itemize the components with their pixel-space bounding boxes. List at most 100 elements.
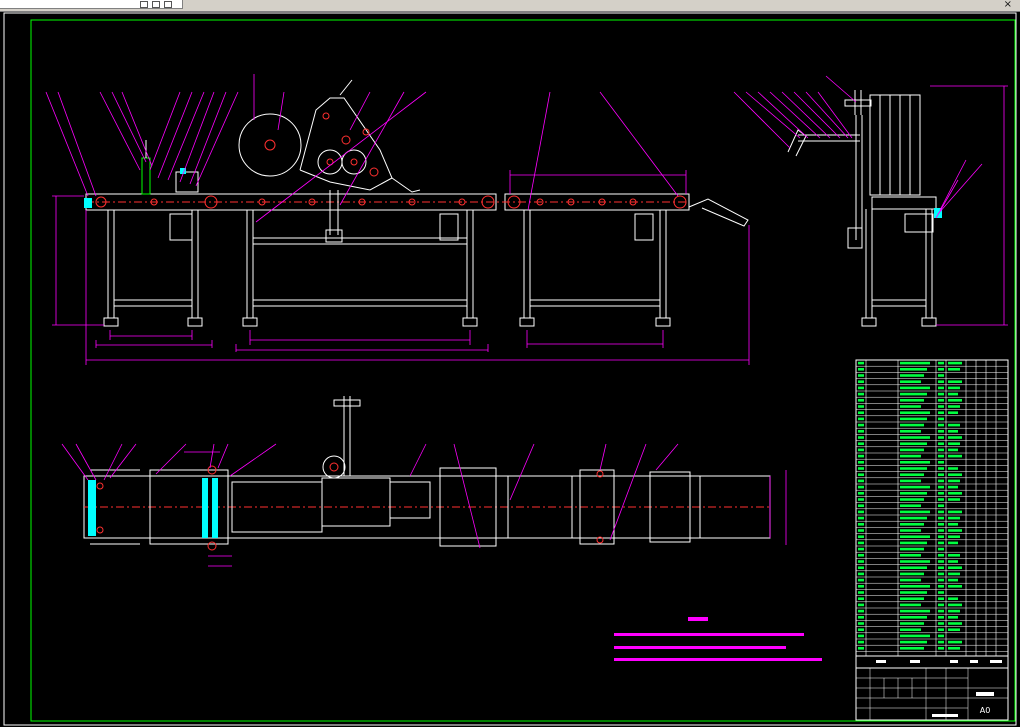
table-cell-text <box>858 585 864 588</box>
table-cell-text <box>938 423 944 427</box>
table-cell-text <box>900 361 930 365</box>
table-cell-text <box>948 603 962 607</box>
table-cell-text <box>858 454 864 458</box>
table-cell-text <box>938 510 944 514</box>
table-cell-text <box>938 368 944 371</box>
table-cell-text <box>900 374 924 377</box>
table-cell-text <box>900 492 927 495</box>
table-cell-text <box>900 436 930 439</box>
table-cell-text <box>948 647 960 650</box>
table-cell-text <box>858 634 864 638</box>
table-cell-text <box>858 603 864 607</box>
table-cell-text <box>900 417 927 421</box>
table-cell-text <box>938 399 944 402</box>
table-cell-text <box>938 585 944 588</box>
table-cell-text <box>900 461 930 464</box>
table-cell-text <box>858 405 864 408</box>
table-cell-text <box>948 436 962 439</box>
table-cell-text <box>858 560 864 563</box>
table-cell-text <box>938 578 944 582</box>
table-cell-text <box>858 430 864 433</box>
table-cell-text <box>858 492 864 495</box>
table-cell-text <box>900 597 924 600</box>
table-cell-text <box>900 485 930 489</box>
table-cell-text <box>858 479 864 483</box>
table-cell-text <box>900 454 921 458</box>
table-cell-text <box>900 411 930 414</box>
table-cell-text <box>900 467 927 470</box>
table-cell-text <box>948 510 962 514</box>
table-cell-text <box>938 386 944 390</box>
parts-list-table <box>855 359 1009 669</box>
table-cell-text <box>858 498 864 501</box>
table-cell-text <box>900 578 921 582</box>
table-cell-text <box>858 423 864 427</box>
table-cell-text <box>900 572 924 576</box>
table-cell-text <box>938 485 944 489</box>
plan-view <box>61 396 787 567</box>
table-cell-text <box>900 634 930 638</box>
table-cell-text <box>948 430 958 433</box>
table-cell-text <box>948 609 960 613</box>
table-cell-text <box>900 554 921 557</box>
table-cell-text <box>948 529 962 532</box>
table-cell-text <box>900 423 924 427</box>
table-cell-text <box>948 399 962 402</box>
table-cell-text <box>900 392 927 396</box>
table-cell-text <box>900 529 921 532</box>
table-cell-text <box>948 616 958 619</box>
table-cell-text <box>938 622 944 625</box>
table-cell-text <box>858 566 864 569</box>
table-cell-text <box>900 609 930 613</box>
front-elevation-view <box>45 74 750 365</box>
table-cell-text <box>938 560 944 563</box>
table-cell-text <box>900 560 930 563</box>
table-cell-text <box>900 380 921 383</box>
table-cell-text <box>938 504 944 507</box>
table-cell-text <box>938 566 944 569</box>
table-cell-text <box>858 467 864 470</box>
table-cell-text <box>938 591 944 594</box>
table-cell-text <box>938 380 944 383</box>
table-cell-text <box>938 516 944 520</box>
table-cell-text <box>948 411 958 414</box>
table-cell-text <box>948 597 958 600</box>
table-cell-text <box>900 479 921 483</box>
table-cell-text <box>900 647 924 650</box>
side-elevation-view <box>733 75 1008 327</box>
cad-drawing-canvas[interactable]: A0 <box>0 0 1020 727</box>
table-cell-text <box>938 523 944 526</box>
table-cell-text <box>858 504 864 507</box>
table-cell-text <box>938 547 944 551</box>
table-cell-text <box>900 591 927 594</box>
table-cell-text <box>938 461 944 464</box>
table-cell-text <box>948 492 962 495</box>
table-cell-text <box>900 523 924 526</box>
table-cell-text <box>858 417 864 421</box>
table-cell-text <box>900 566 927 569</box>
table-cell-text <box>900 535 930 538</box>
table-cell-text <box>948 380 962 383</box>
table-cell-text <box>948 392 958 396</box>
table-cell-text <box>858 609 864 613</box>
table-cell-text <box>938 640 944 644</box>
table-cell-text <box>938 442 944 445</box>
table-cell-text <box>938 417 944 421</box>
table-cell-text <box>858 628 864 631</box>
table-cell-text <box>858 572 864 576</box>
table-cell-text <box>858 578 864 582</box>
table-cell-text <box>858 473 864 476</box>
table-cell-text <box>938 492 944 495</box>
table-cell-text <box>858 374 864 377</box>
table-cell-text <box>948 523 958 526</box>
table-cell-text <box>948 368 960 371</box>
table-cell-text <box>938 541 944 545</box>
table-cell-text <box>938 529 944 532</box>
table-cell-text <box>948 535 960 538</box>
table-cell-text <box>858 411 864 414</box>
table-cell-text <box>900 547 924 551</box>
table-cell-text <box>858 436 864 439</box>
table-cell-text <box>948 454 962 458</box>
outer-frame <box>3 12 1017 726</box>
table-cell-text <box>900 430 921 433</box>
